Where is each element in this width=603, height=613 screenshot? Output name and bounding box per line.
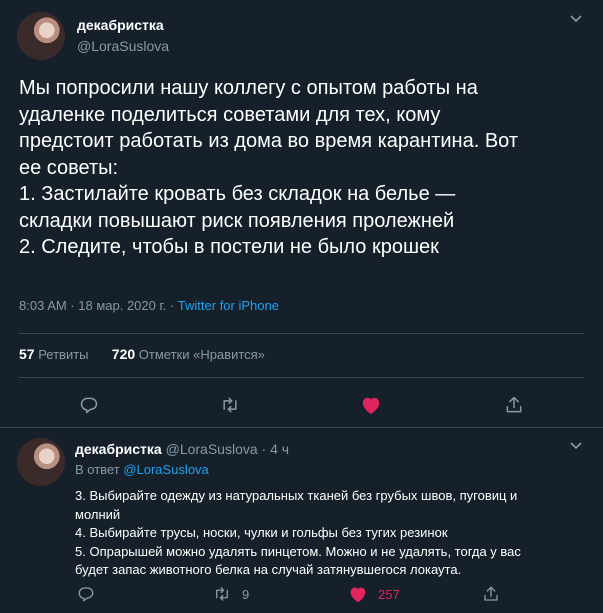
reply-share-button[interactable] bbox=[482, 585, 500, 603]
reply-author-handle[interactable]: @LoraSuslova bbox=[166, 441, 258, 457]
reply-text: 3. Выбирайте одежду из натуральных ткане… bbox=[75, 488, 521, 577]
divider bbox=[0, 427, 603, 428]
retweet-button[interactable] bbox=[212, 387, 248, 423]
retweets-stat[interactable]: 57 Ретвиты bbox=[19, 346, 89, 362]
retweets-label: Ретвиты bbox=[38, 347, 89, 362]
reply-retweet-count: 9 bbox=[242, 586, 250, 602]
reply-like-button[interactable]: 257 bbox=[348, 585, 400, 603]
reply-reply-button[interactable] bbox=[77, 585, 95, 603]
reply-button[interactable] bbox=[71, 387, 107, 423]
replying-to: В ответ @LoraSuslova bbox=[75, 462, 209, 477]
retweet-icon bbox=[223, 397, 237, 413]
reply-retweet-button[interactable]: 9 bbox=[212, 585, 249, 603]
tweet-source[interactable]: Twitter for iPhone bbox=[178, 298, 279, 313]
reply-time[interactable]: · 4 ч bbox=[262, 441, 290, 457]
share-icon bbox=[506, 396, 522, 413]
tweet-timestamp[interactable]: 8:03 AM · 18 мар. 2020 г. · bbox=[19, 298, 178, 313]
author-name[interactable]: декабристка bbox=[77, 17, 164, 33]
share-button[interactable] bbox=[496, 387, 532, 423]
replying-prefix: В ответ bbox=[75, 462, 124, 477]
reply-header: декабристка @LoraSuslova · 4 ч bbox=[75, 441, 289, 457]
chevron-down-icon[interactable] bbox=[568, 10, 584, 31]
heart-icon bbox=[350, 587, 366, 603]
reply-icon bbox=[80, 397, 98, 414]
tweet-meta: 8:03 AM · 18 мар. 2020 г. · Twitter for … bbox=[19, 298, 279, 313]
author-handle[interactable]: @LoraSuslova bbox=[77, 38, 169, 54]
divider bbox=[19, 333, 584, 334]
reply-author-avatar[interactable] bbox=[17, 438, 65, 486]
divider bbox=[19, 377, 584, 378]
author-avatar[interactable] bbox=[17, 12, 65, 60]
retweets-count: 57 bbox=[19, 346, 35, 362]
reply-like-count: 257 bbox=[378, 586, 400, 602]
reply-author-name[interactable]: декабристка bbox=[75, 441, 162, 457]
reply-icon bbox=[78, 587, 94, 602]
chevron-down-icon[interactable] bbox=[568, 437, 584, 458]
likes-label: Отметки «Нравится» bbox=[138, 347, 265, 362]
share-icon bbox=[484, 586, 498, 601]
likes-count: 720 bbox=[111, 346, 136, 362]
heart-icon bbox=[362, 397, 380, 415]
retweet-icon bbox=[216, 587, 228, 601]
replying-to-link[interactable]: @LoraSuslova bbox=[123, 462, 208, 477]
like-button[interactable] bbox=[353, 387, 389, 423]
tweet-text: Мы попросили нашу коллегу с опытом работ… bbox=[19, 77, 519, 258]
tweet-stats: 57 Ретвиты 720 Отметки «Нравится» bbox=[19, 346, 265, 362]
likes-stat[interactable]: 720 Отметки «Нравится» bbox=[111, 346, 265, 362]
